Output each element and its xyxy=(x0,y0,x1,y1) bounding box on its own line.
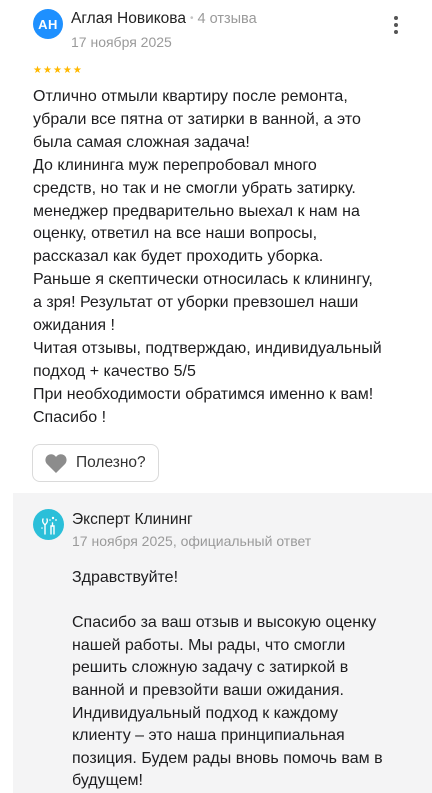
reply-date: 17 ноября 2025, официальный ответ xyxy=(72,533,312,549)
star-icon: ★ xyxy=(72,65,82,76)
helpful-button[interactable]: Полезно? xyxy=(32,444,159,482)
review-text: Отлично отмыли квартиру после ремонта, у… xyxy=(33,88,382,426)
more-vertical-icon xyxy=(394,16,398,34)
company-logo[interactable] xyxy=(33,509,64,540)
company-name[interactable]: Эксперт Клининг xyxy=(72,511,193,529)
more-options-button[interactable] xyxy=(386,14,406,36)
heart-icon xyxy=(45,454,67,473)
helpful-label: Полезно? xyxy=(76,454,146,471)
company-reply: Эксперт Клининг 17 ноября 2025, официаль… xyxy=(13,493,432,793)
star-icon: ★ xyxy=(62,65,72,76)
separator-dot: • xyxy=(189,13,194,25)
cleaning-logo-icon xyxy=(40,516,57,535)
avatar[interactable]: АН xyxy=(33,9,63,39)
author-line: Аглая Новикова • 4 отзыва xyxy=(71,10,257,28)
rating-stars: ★ ★ ★ ★ ★ xyxy=(33,66,82,76)
star-icon: ★ xyxy=(52,65,62,76)
star-icon: ★ xyxy=(33,65,42,76)
author-name[interactable]: Аглая Новикова xyxy=(71,10,186,27)
review-date: 17 ноября 2025 xyxy=(71,34,172,50)
reply-text: Здравствуйте! Спасибо за ваш отзыв и выс… xyxy=(72,569,383,790)
star-icon: ★ xyxy=(42,65,52,76)
reviews-count: 4 отзыва xyxy=(197,11,257,27)
